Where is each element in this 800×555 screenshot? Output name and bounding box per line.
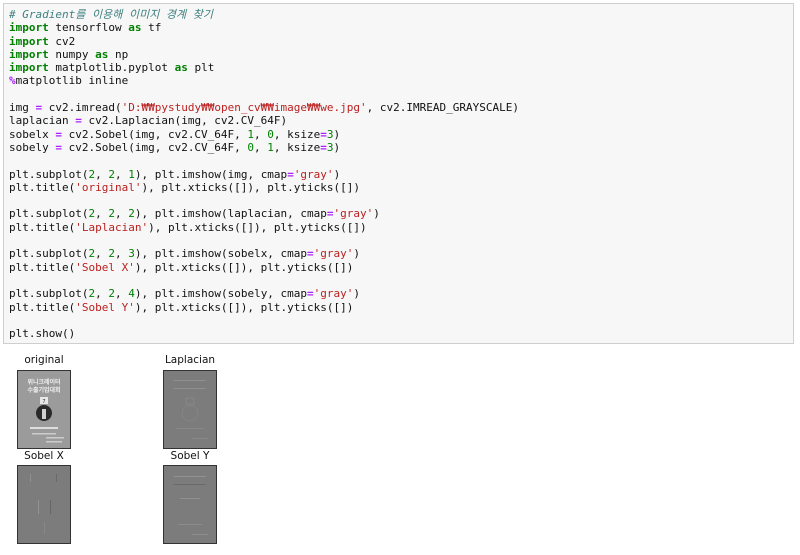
code-line: plt.subplot(2, 2, 1), plt.imshow(img, cm… [9, 167, 341, 181]
original-image-text-line2: 수출기업대회 [27, 386, 60, 394]
code-line: ​ [9, 88, 519, 101]
sobel-y-image [164, 466, 216, 543]
plot-title-laplacian: Laplacian [164, 354, 216, 366]
code-line: %matplotlib inline [9, 74, 129, 88]
plot-image-sobel-x [17, 465, 71, 544]
plot-title-original: original [24, 354, 64, 366]
code-line: plt.title('Sobel Y'), plt.xticks([]), pl… [9, 300, 354, 314]
code-line: sobely = cv2.Sobel(img, cv2.CV_64F, 0, 1… [9, 140, 341, 154]
code-line: import numpy as np [9, 47, 129, 61]
code-line: plt.subplot(2, 2, 2), plt.imshow(laplaci… [9, 207, 380, 221]
code-line: plt.title('Laplacian'), plt.xticks([]), … [9, 220, 367, 234]
code-line: import matplotlib.pyplot as plt [9, 61, 215, 75]
plot-image-original: 위니크레이터 수출기업대회 7 [17, 370, 71, 449]
code-editor[interactable]: # Gradient를 이용해 이미지 경계 찾기 import tensorfl… [9, 8, 519, 340]
code-cell[interactable]: # Gradient를 이용해 이미지 경계 찾기 import tensorfl… [3, 3, 794, 344]
code-line: import cv2 [9, 34, 76, 48]
code-line: plt.subplot(2, 2, 4), plt.imshow(sobely,… [9, 287, 361, 301]
code-line: laplacian = cv2.Laplacian(img, cv2.CV_64… [9, 114, 288, 128]
output-area: original 위니크레이터 수출기업대회 7 Laplacian Sobel… [0, 350, 800, 555]
plot-title-sobel-y: Sobel Y [170, 450, 210, 462]
code-line: plt.subplot(2, 2, 3), plt.imshow(sobelx,… [9, 247, 361, 261]
plot-title-sobel-x: Sobel X [24, 450, 64, 462]
sobel-x-image [18, 466, 70, 543]
code-line: ​ [9, 274, 519, 287]
plot-image-sobel-y [163, 465, 217, 544]
code-line: img = cv2.imread('D:₩₩pystudy₩₩open_cv₩₩… [9, 101, 519, 115]
code-line: plt.title('Sobel X'), plt.xticks([]), pl… [9, 260, 354, 274]
original-image-badge: 7 [42, 399, 45, 405]
code-line: ​ [9, 194, 519, 207]
laplacian-image [164, 371, 216, 448]
plot-image-laplacian [163, 370, 217, 449]
code-line: plt.show() [9, 327, 76, 341]
code-line: ​ [9, 234, 519, 247]
code-line: sobelx = cv2.Sobel(img, cv2.CV_64F, 1, 0… [9, 127, 341, 141]
original-image: 위니크레이터 수출기업대회 7 [18, 371, 70, 448]
code-line: ​ [9, 154, 519, 167]
original-image-text-line1: 위니크레이터 [27, 378, 60, 386]
code-line: import tensorflow as tf [9, 21, 162, 35]
code-line: plt.title('original'), plt.xticks([]), p… [9, 180, 361, 194]
code-line: ​ [9, 314, 519, 327]
code-line: # Gradient를 이용해 이미지 경계 찾기 [9, 8, 214, 21]
